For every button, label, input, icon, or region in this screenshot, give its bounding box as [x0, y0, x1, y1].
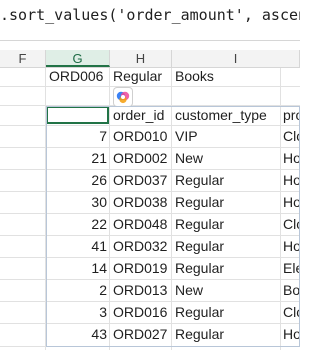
formula-bar[interactable]: .sort_values('order_amount', ascending	[0, 0, 300, 41]
table-row[interactable]: ORD013	[110, 279, 172, 301]
table-row[interactable]: Ho	[280, 147, 300, 169]
table-row[interactable]: 21	[46, 147, 110, 169]
table-row[interactable]: ORD032	[110, 235, 172, 257]
cell-g-top[interactable]: ORD006	[46, 65, 110, 87]
table-row[interactable]: Ho	[280, 169, 300, 191]
table-row[interactable]: Clo	[280, 301, 300, 323]
cell-h-top[interactable]: Regular	[110, 65, 172, 87]
cell-i-top[interactable]: Books	[172, 65, 280, 87]
table-row[interactable]: 22	[46, 213, 110, 235]
table-row[interactable]: ORD010	[110, 125, 172, 147]
table-row[interactable]: 14	[46, 257, 110, 279]
table-row[interactable]: 43	[46, 323, 110, 345]
table-header-product[interactable]: pro	[280, 104, 300, 126]
table-row[interactable]: ORD016	[110, 301, 172, 323]
table-row[interactable]: 3	[46, 301, 110, 323]
table-row[interactable]: Ho	[280, 191, 300, 213]
table-row[interactable]: ORD037	[110, 169, 172, 191]
table-row[interactable]: Ele	[280, 257, 300, 279]
table-row[interactable]: VIP	[172, 125, 280, 147]
table-row[interactable]: Ho	[280, 323, 300, 345]
table-row[interactable]: Regular	[172, 169, 280, 191]
table-row[interactable]: 26	[46, 169, 110, 191]
table-row[interactable]: Clo	[280, 125, 300, 147]
column-header-f[interactable]: F	[0, 50, 46, 67]
spreadsheet-grid[interactable]: ORD006 Regular Books order_id customer_t…	[0, 68, 300, 350]
table-row[interactable]: Regular	[172, 257, 280, 279]
table-row[interactable]: Regular	[172, 323, 280, 345]
table-row[interactable]: Ho	[280, 235, 300, 257]
table-header-order-id[interactable]: order_id	[110, 104, 172, 126]
table-row[interactable]: Regular	[172, 235, 280, 257]
table-row[interactable]: ORD038	[110, 191, 172, 213]
table-row[interactable]: 7	[46, 125, 110, 147]
table-row[interactable]: Boo	[280, 279, 300, 301]
table-row[interactable]: New	[172, 279, 280, 301]
table-row[interactable]: Regular	[172, 301, 280, 323]
table-row[interactable]: ORD048	[110, 213, 172, 235]
table-row[interactable]: Regular	[172, 213, 280, 235]
table-row[interactable]: Clo	[280, 213, 300, 235]
table-row[interactable]: New	[172, 147, 280, 169]
table-row[interactable]: Regular	[172, 191, 280, 213]
table-row[interactable]: ORD019	[110, 257, 172, 279]
table-header-customer-type[interactable]: customer_type	[172, 104, 280, 126]
table-header-index[interactable]	[46, 104, 110, 126]
table-row[interactable]: 30	[46, 191, 110, 213]
table-row[interactable]: ORD002	[110, 147, 172, 169]
table-row[interactable]: ORD027	[110, 323, 172, 345]
formula-text[interactable]: .sort_values('order_amount', ascending	[0, 6, 300, 24]
table-row[interactable]: 2	[46, 279, 110, 301]
table-row[interactable]: 41	[46, 235, 110, 257]
